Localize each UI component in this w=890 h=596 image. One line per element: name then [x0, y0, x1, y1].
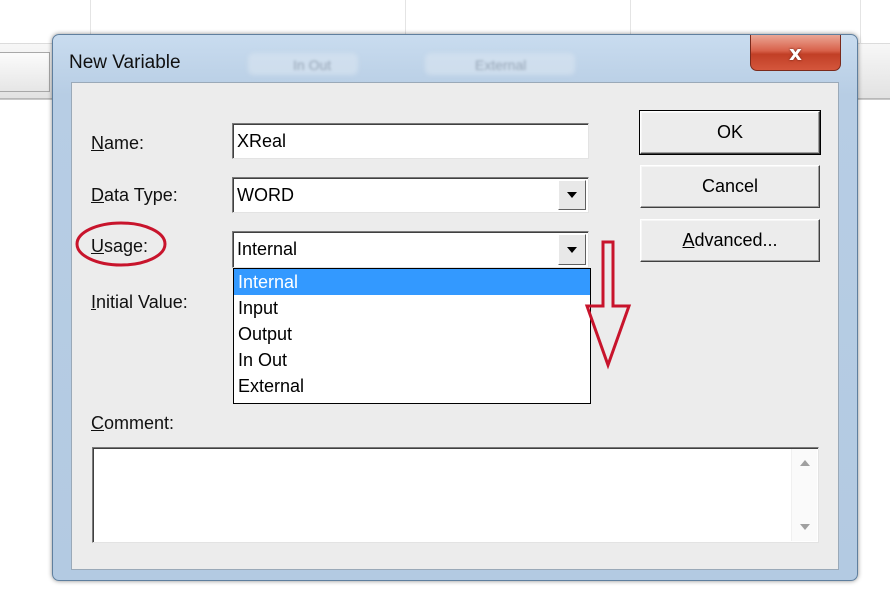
- ok-button[interactable]: OK: [639, 110, 821, 155]
- chevron-down-icon: [567, 246, 577, 253]
- name-input-value: XReal: [237, 130, 287, 151]
- usage-label-text: sage:: [104, 236, 149, 256]
- advanced-button[interactable]: Advanced...: [640, 219, 820, 262]
- new-variable-dialog: In Out External New Variable x Name: XRe…: [52, 34, 858, 581]
- blurred-tab-label: External: [475, 57, 527, 73]
- initial-value-label: Initial Value:: [91, 292, 188, 313]
- close-icon: x: [789, 40, 802, 65]
- dialog-title: New Variable: [69, 52, 181, 73]
- name-label-accesskey: N: [91, 133, 104, 153]
- grid-line: [860, 0, 861, 44]
- usage-dropdown-button[interactable]: [558, 234, 586, 265]
- chevron-down-icon: [567, 192, 577, 198]
- comment-textarea[interactable]: [92, 447, 819, 543]
- comment-label-text: omment:: [104, 413, 175, 433]
- arrow-down-icon: [800, 524, 810, 530]
- data-type-label: Data Type:: [91, 185, 178, 206]
- advanced-button-accesskey: A: [682, 230, 695, 250]
- background-tab: [0, 52, 50, 92]
- comment-label-accesskey: C: [91, 413, 104, 433]
- usage-label-accesskey: U: [91, 236, 104, 256]
- name-label-text: ame:: [104, 133, 145, 153]
- usage-option-in-out[interactable]: In Out: [234, 347, 590, 373]
- usage-label: Usage:: [91, 236, 148, 257]
- dialog-client-area: Name: XReal Data Type: WORD Usage: Inter…: [71, 82, 839, 570]
- usage-option-output[interactable]: Output: [234, 321, 590, 347]
- usage-option-external[interactable]: External: [234, 373, 590, 399]
- name-input[interactable]: XReal: [232, 123, 589, 159]
- close-button[interactable]: x: [750, 35, 841, 71]
- scroll-down-button[interactable]: [792, 515, 818, 539]
- usage-dropdown-list: Internal Input Output In Out External: [233, 268, 591, 404]
- data-type-value: WORD: [237, 184, 294, 205]
- data-type-select[interactable]: WORD: [232, 177, 589, 213]
- name-label: Name:: [91, 133, 144, 154]
- usage-option-input[interactable]: Input: [234, 295, 590, 321]
- cancel-button[interactable]: Cancel: [640, 165, 820, 208]
- data-type-label-accesskey: D: [91, 185, 104, 205]
- blurred-tab-label: In Out: [293, 57, 332, 73]
- usage-select[interactable]: Internal: [232, 231, 589, 268]
- data-type-label-text: ata Type:: [104, 185, 178, 205]
- initial-value-label-text: nitial Value:: [96, 292, 188, 312]
- usage-option-internal[interactable]: Internal: [234, 269, 590, 295]
- arrow-up-icon: [800, 460, 810, 466]
- advanced-button-text: dvanced...: [694, 230, 778, 250]
- comment-label: Comment:: [91, 413, 174, 434]
- data-type-dropdown-button[interactable]: [558, 180, 586, 210]
- scroll-up-button[interactable]: [792, 451, 818, 475]
- comment-scrollbar[interactable]: [791, 449, 817, 541]
- usage-value: Internal: [237, 239, 298, 259]
